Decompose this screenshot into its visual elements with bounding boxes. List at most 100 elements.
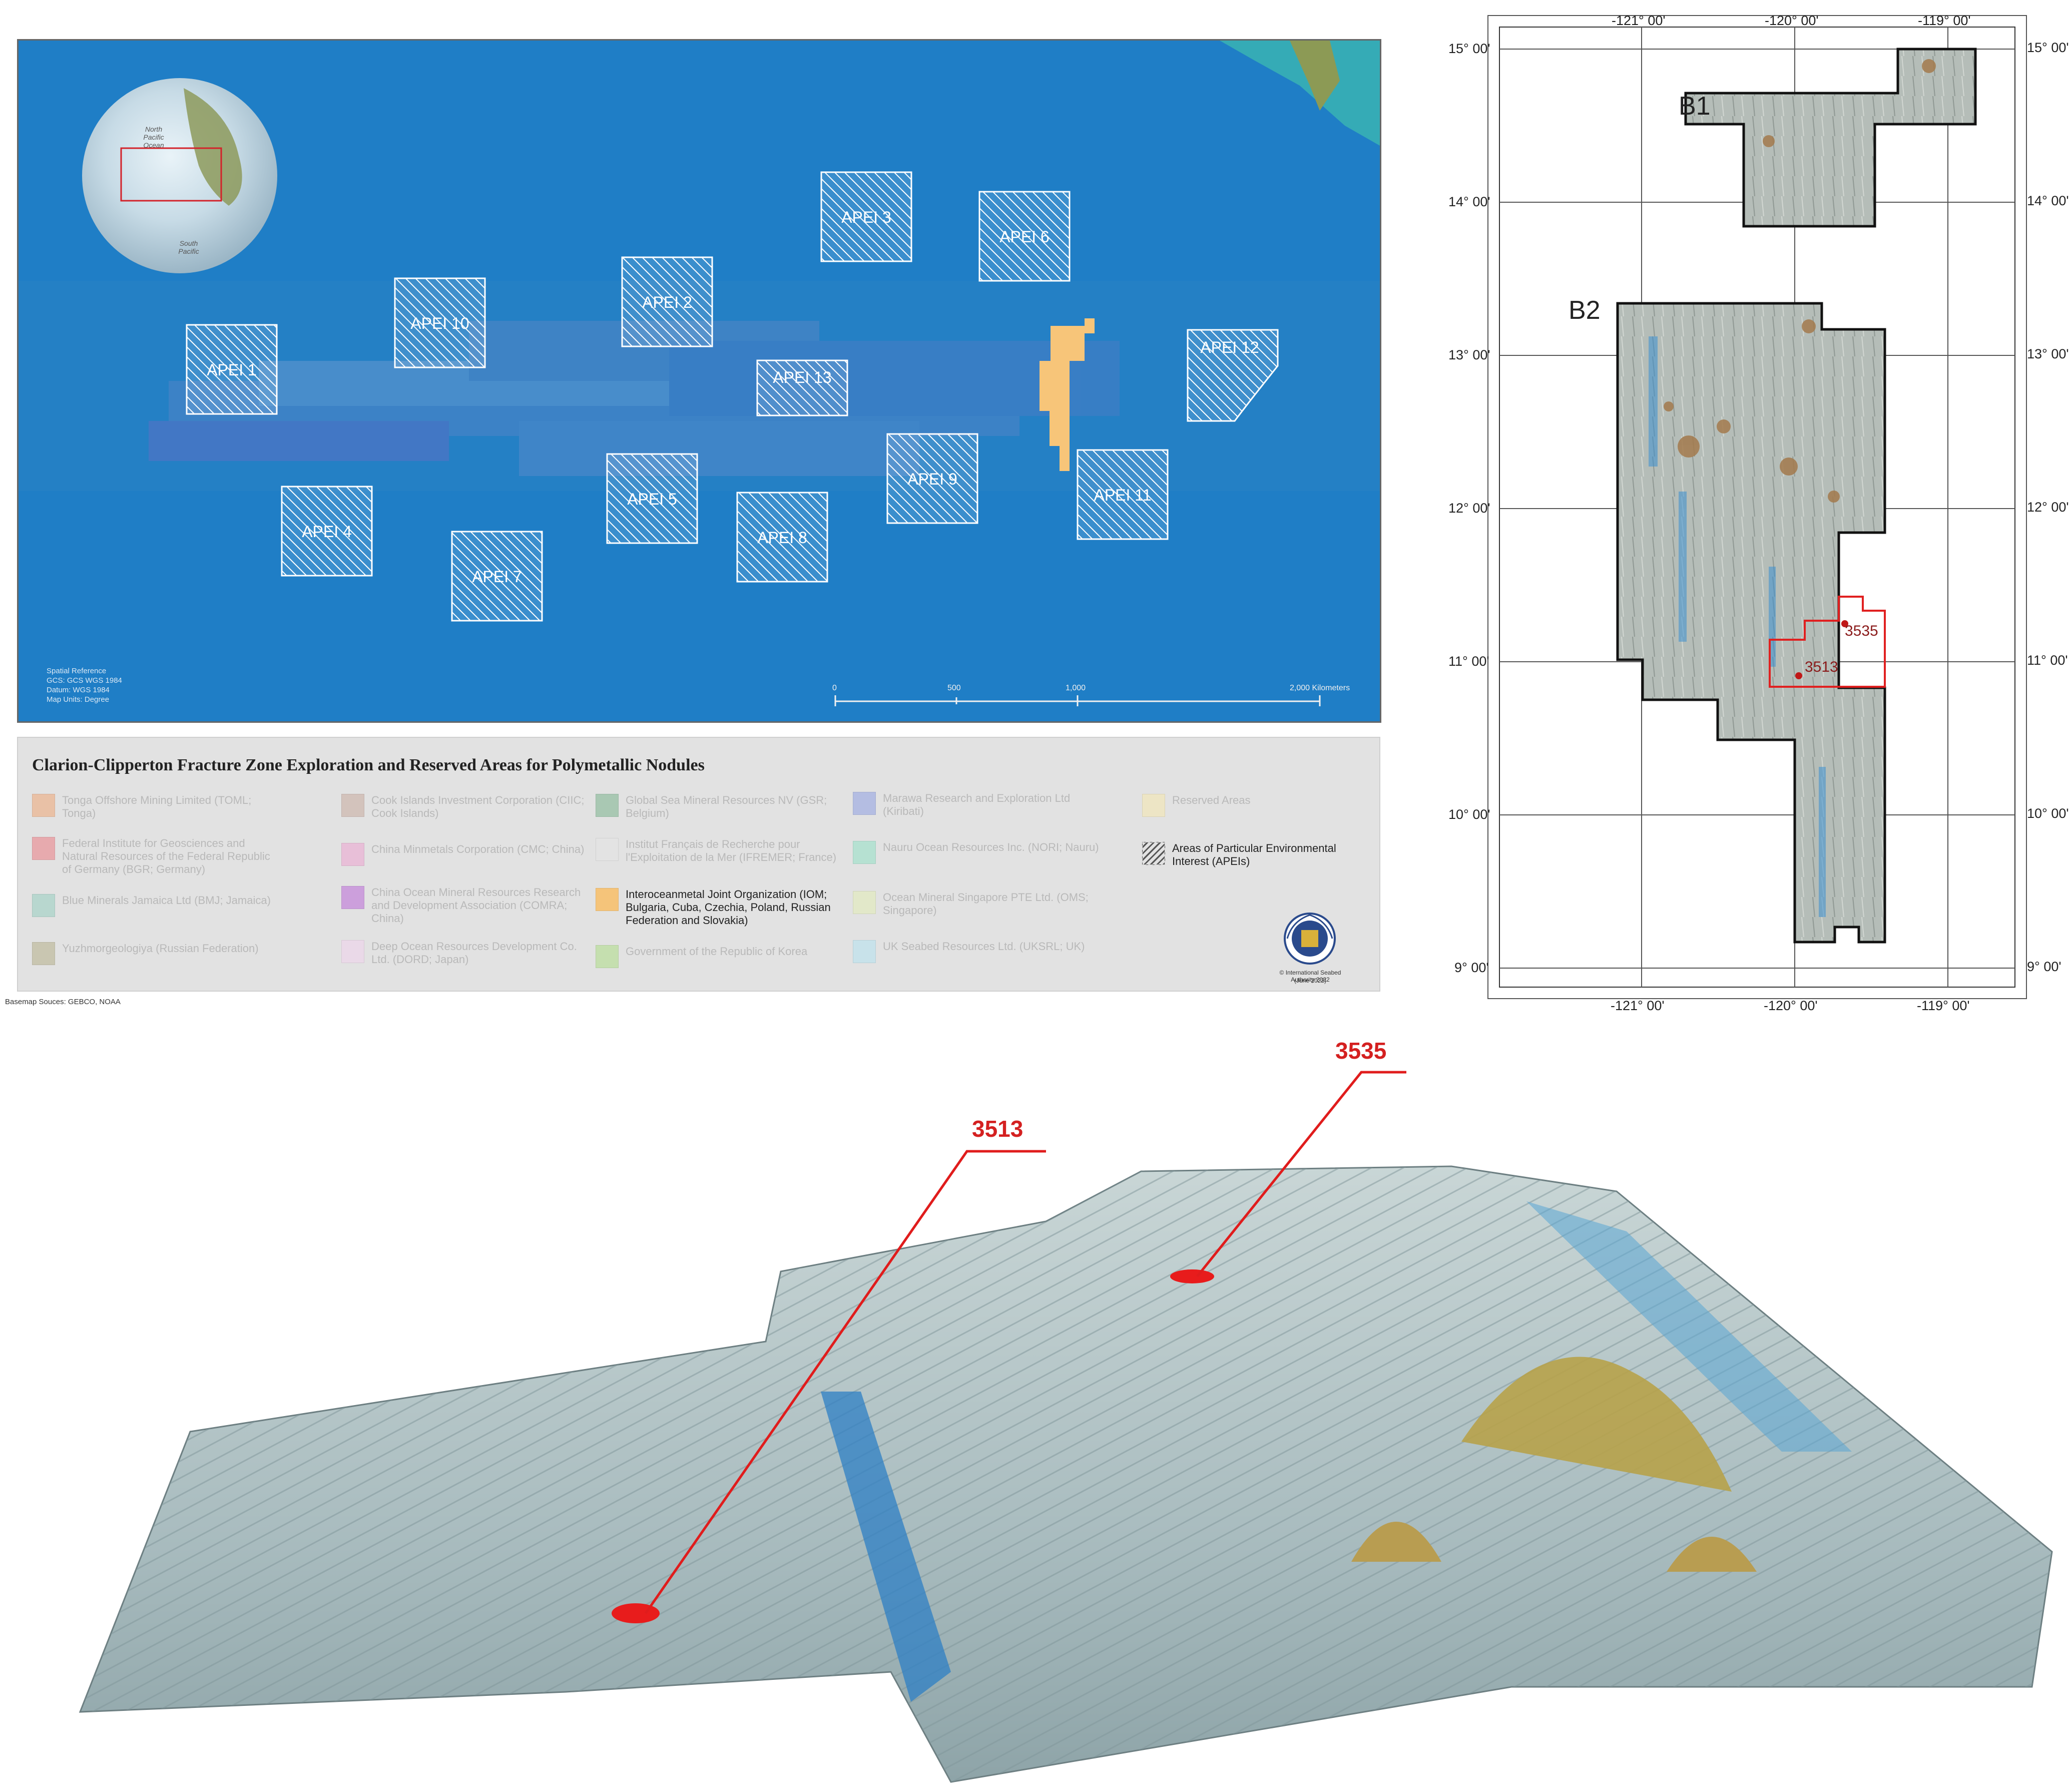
contract-blocks-map: -121° 00' -120° 00' -119° 00' 15° 00' 14… bbox=[1448, 13, 2027, 999]
legend-item: Tonga Offshore Mining Limited (TOML; Ton… bbox=[32, 794, 282, 820]
legend-label: Yuzhmorgeologiya (Russian Federation) bbox=[62, 942, 259, 955]
legend-label: Ocean Mineral Singapore PTE Ltd. (OMS; S… bbox=[883, 891, 1089, 917]
legend-swatch bbox=[32, 837, 55, 860]
right-tick: 10° 00' bbox=[2027, 806, 2069, 821]
terrain-3d-view bbox=[79, 1071, 2053, 1783]
apei-9-label: APEI 9 bbox=[907, 470, 957, 488]
legend-item: Federal Institute for Geosciences and Na… bbox=[32, 837, 282, 876]
legend-swatch bbox=[596, 838, 619, 861]
legend-swatch bbox=[341, 794, 364, 817]
scale-label: 2,000 Kilometers bbox=[1290, 684, 1350, 692]
legend-swatch bbox=[853, 792, 876, 815]
legend-item: Reserved Areas bbox=[1142, 794, 1392, 817]
globe-label: South bbox=[180, 239, 198, 247]
terrain-ridges bbox=[80, 1166, 2052, 1782]
legend-item: Global Sea Mineral Resources NV (GSR; Be… bbox=[596, 794, 846, 820]
legend-label: Reserved Areas bbox=[1172, 794, 1251, 806]
legend-swatch bbox=[32, 894, 55, 917]
legend-item: UK Seabed Resources Ltd. (UKSRL; UK) bbox=[853, 940, 1103, 963]
apei-11-label: APEI 11 bbox=[1094, 486, 1151, 504]
scale-label: 0 bbox=[832, 684, 837, 692]
left-tick: 14° 00' bbox=[1448, 194, 1490, 209]
legend-label: Deep Ocean Resources Development Co. Ltd… bbox=[371, 940, 577, 966]
basemap-source: Basemap Souces: GEBCO, NOAA bbox=[5, 998, 121, 1006]
legend-label: Nauru Ocean Resources Inc. (NORI; Nauru) bbox=[883, 841, 1099, 853]
right-tick: 15° 00' bbox=[2027, 40, 2069, 55]
bottom-tick: -121° 00' bbox=[1611, 998, 1665, 1013]
legend-item: Institut Français de Recherche pour l'Ex… bbox=[596, 838, 846, 864]
left-tick: 11° 00' bbox=[1448, 654, 1489, 669]
legend-swatch bbox=[853, 940, 876, 963]
legend-swatch bbox=[341, 886, 364, 909]
legend-label: Institut Français de Recherche pour l'Ex… bbox=[626, 838, 837, 863]
left-tick: 10° 00' bbox=[1448, 807, 1490, 822]
legend-label: Government of the Republic of Korea bbox=[626, 945, 808, 958]
left-tick: 13° 00' bbox=[1448, 347, 1490, 362]
spatial-line: GCS: GCS WGS 1984 bbox=[47, 676, 122, 685]
top-tick: -120° 00' bbox=[1765, 13, 1819, 28]
ccz-overview-map: APEI 1 APEI 2 APEI 3 APEI 4 APEI 5 APEI … bbox=[17, 39, 1381, 723]
legend-swatch bbox=[596, 794, 619, 817]
legend-item: Yuzhmorgeologiya (Russian Federation) bbox=[32, 942, 282, 965]
spatial-reference: Spatial Reference GCS: GCS WGS 1984 Datu… bbox=[47, 666, 122, 704]
legend-label: China Ocean Mineral Resources Research a… bbox=[371, 886, 581, 925]
legend-item: Nauru Ocean Resources Inc. (NORI; Nauru) bbox=[853, 841, 1103, 864]
apei-6-label: APEI 6 bbox=[999, 228, 1050, 246]
legend-label: Tonga Offshore Mining Limited (TOML; Ton… bbox=[62, 794, 252, 819]
legend-label: Marawa Research and Exploration Ltd (Kir… bbox=[883, 792, 1071, 817]
legend-swatch bbox=[32, 942, 55, 965]
right-tick: 11° 00' bbox=[2027, 653, 2068, 668]
legend-swatch bbox=[341, 843, 364, 866]
station-3513-label: 3513 bbox=[1805, 659, 1838, 675]
scale-label: 1,000 bbox=[1066, 684, 1086, 692]
apei-13-label: APEI 13 bbox=[773, 368, 831, 386]
left-tick: 12° 00' bbox=[1448, 501, 1490, 516]
left-tick: 15° 00' bbox=[1448, 41, 1490, 56]
legend-swatch-hatch bbox=[1142, 842, 1165, 865]
legend-swatch bbox=[596, 888, 619, 911]
legend-item: Marawa Research and Exploration Ltd (Kir… bbox=[853, 792, 1103, 818]
right-tick: 9° 00' bbox=[2027, 959, 2061, 974]
block-b1-label: B1 bbox=[1679, 92, 1711, 121]
bottom-tick: -120° 00' bbox=[1764, 998, 1818, 1013]
legend-label: Blue Minerals Jamaica Ltd (BMJ; Jamaica) bbox=[62, 894, 271, 907]
top-tick: -121° 00' bbox=[1612, 13, 1666, 28]
bottom-tick: -119° 00' bbox=[1917, 998, 1970, 1013]
legend-item: Interoceanmetal Joint Organization (IOM;… bbox=[596, 888, 846, 927]
legend-item: China Minmetals Corporation (CMC; China) bbox=[341, 843, 592, 866]
apei-4-label: APEI 4 bbox=[302, 523, 352, 541]
blocks-map-svg bbox=[1499, 27, 2015, 988]
right-tick: 13° 00' bbox=[2027, 346, 2069, 361]
legend-swatch bbox=[1142, 794, 1165, 817]
top-tick: -119° 00' bbox=[1918, 13, 1971, 28]
apei-7-label: APEI 7 bbox=[472, 568, 522, 586]
apei-10-label: APEI 10 bbox=[410, 314, 469, 332]
globe-label: Pacific bbox=[178, 247, 199, 255]
isa-logo-icon bbox=[1284, 913, 1336, 965]
legend-swatch bbox=[32, 794, 55, 817]
legend-item: Ocean Mineral Singapore PTE Ltd. (OMS; S… bbox=[853, 891, 1103, 917]
block-b2-label: B2 bbox=[1569, 296, 1601, 325]
legend-swatch bbox=[341, 940, 364, 963]
right-tick: 14° 00' bbox=[2027, 193, 2069, 208]
copyright-date: (June 2022) bbox=[1294, 977, 1327, 984]
legend-item: Blue Minerals Jamaica Ltd (BMJ; Jamaica) bbox=[32, 894, 282, 917]
locator-globe: North Pacific Ocean South Pacific bbox=[82, 78, 277, 273]
apei-8-label: APEI 8 bbox=[757, 529, 807, 547]
legend-label: Federal Institute for Geosciences and Na… bbox=[62, 837, 270, 875]
apei-5-label: APEI 5 bbox=[627, 490, 677, 508]
apei-1-label: APEI 1 bbox=[207, 361, 257, 379]
legend-label: Cook Islands Investment Corporation (CII… bbox=[371, 794, 585, 819]
legend-item: China Ocean Mineral Resources Research a… bbox=[341, 886, 592, 925]
apei-12-label: APEI 12 bbox=[1200, 338, 1259, 356]
legend-item: Cook Islands Investment Corporation (CII… bbox=[341, 794, 592, 820]
legend-label: Interoceanmetal Joint Organization (IOM;… bbox=[626, 888, 831, 927]
station-3535-label: 3535 bbox=[1845, 623, 1878, 639]
legend-item: Areas of Particular Environmental Intere… bbox=[1142, 842, 1362, 868]
legend-swatch bbox=[853, 891, 876, 914]
legend-panel: Clarion-Clipperton Fracture Zone Explora… bbox=[17, 737, 1380, 992]
legend-swatch bbox=[853, 841, 876, 864]
left-tick: 9° 00' bbox=[1454, 960, 1489, 975]
spatial-line: Datum: WGS 1984 bbox=[47, 686, 110, 694]
spatial-line: Map Units: Degree bbox=[47, 695, 110, 704]
